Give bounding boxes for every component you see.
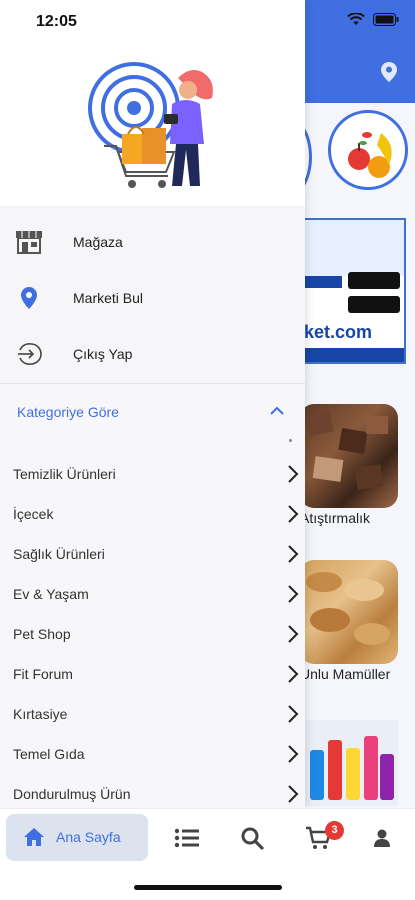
chevron-right-icon: [288, 625, 299, 643]
nav-categories-button[interactable]: [173, 825, 201, 851]
shopping-illustration: [88, 62, 213, 188]
drawer-header: 12:05: [0, 0, 305, 206]
category-item-label: Dondurulmuş Ürün: [13, 786, 131, 802]
category-item[interactable]: Pet Shop: [0, 614, 305, 654]
store-icon: [14, 227, 44, 257]
header-location-icon[interactable]: [381, 62, 397, 82]
chevron-right-icon: [288, 585, 299, 603]
nav-profile-button[interactable]: [368, 825, 396, 851]
location-pin-icon: [14, 283, 44, 313]
person-icon: [374, 829, 390, 847]
category-tile-cleaning[interactable]: [300, 720, 398, 806]
logout-icon: [14, 339, 44, 369]
category-header[interactable]: Kategoriye Göre: [0, 384, 305, 442]
list-icon: [174, 828, 199, 848]
battery-icon: [373, 13, 399, 26]
home-indicator: [134, 885, 282, 890]
chevron-up-icon[interactable]: [268, 404, 286, 418]
category-item-label: İçecek: [13, 506, 54, 522]
category-section: Kategoriye Göre Temizlik Ürünleri İçecek S…: [0, 384, 305, 808]
banner-url: ket.com: [304, 322, 373, 342]
nav-home-button[interactable]: Ana Sayfa: [6, 814, 148, 861]
chevron-right-icon: [288, 505, 299, 523]
wifi-icon: [347, 13, 365, 25]
chevron-right-icon: [288, 665, 299, 683]
category-item[interactable]: Dondurulmuş Ürün: [0, 774, 305, 808]
category-item[interactable]: Ev & Yaşam: [0, 574, 305, 614]
category-item-label: Temizlik Ürünleri: [13, 466, 116, 482]
category-item-label: Kırtasiye: [13, 706, 68, 722]
category-item-label: Sağlık Ürünleri: [13, 546, 105, 562]
chevron-right-icon: [288, 745, 299, 763]
chevron-right-icon: [288, 785, 299, 803]
home-icon: [24, 828, 44, 846]
menu-item-label: Mağaza: [73, 234, 123, 250]
category-tile-bakery[interactable]: [300, 560, 398, 664]
chevron-right-icon: [288, 705, 299, 723]
category-tile-snacks[interactable]: [300, 404, 398, 508]
menu-item-label: Çıkış Yap: [73, 346, 133, 362]
tile-caption: Atıştırmalık: [300, 510, 371, 526]
category-item[interactable]: Fit Forum: [0, 654, 305, 694]
chevron-right-icon: [288, 545, 299, 563]
nav-search-button[interactable]: [238, 825, 266, 851]
promo-banner[interactable]: ket.com: [300, 218, 406, 364]
category-title: Kategoriye Göre: [17, 404, 119, 420]
category-item[interactable]: Temel Gıda: [0, 734, 305, 774]
category-item-label: Ev & Yaşam: [13, 586, 89, 602]
menu-item-store[interactable]: Mağaza: [0, 214, 305, 270]
status-icons: [347, 13, 399, 26]
menu-item-logout[interactable]: Çıkış Yap: [0, 326, 305, 382]
scroll-dot: [289, 439, 292, 442]
chocolate-image: [306, 411, 388, 490]
search-icon: [241, 827, 264, 850]
google-play-badge[interactable]: [348, 272, 400, 289]
chevron-right-icon: [288, 465, 299, 483]
category-circle-fruits[interactable]: [328, 110, 408, 190]
category-item[interactable]: Sağlık Ürünleri: [0, 534, 305, 574]
category-item[interactable]: Kırtasiye: [0, 694, 305, 734]
category-item[interactable]: Temizlik Ürünleri: [0, 454, 305, 494]
category-item[interactable]: İçecek: [0, 494, 305, 534]
nav-home-label: Ana Sayfa: [56, 829, 121, 845]
menu-item-find-market[interactable]: Marketi Bul: [0, 270, 305, 326]
category-item-label: Pet Shop: [13, 626, 71, 642]
cleaning-products-image: [310, 736, 394, 800]
banner-address: [302, 348, 404, 362]
cart-count-badge: 3: [325, 821, 344, 840]
category-item-label: Temel Gıda: [13, 746, 85, 762]
navigation-drawer: 12:05 Mağaza Marketi Bul Çıkış Yap Kateg…: [0, 0, 305, 808]
app-store-badge[interactable]: [348, 296, 400, 313]
status-time: 12:05: [36, 13, 77, 30]
drawer-menu: Mağaza Marketi Bul Çıkış Yap: [0, 206, 305, 384]
menu-item-label: Marketi Bul: [73, 290, 144, 306]
fruits-icon: [348, 132, 392, 178]
tile-caption: Unlu Mamüller: [300, 666, 391, 682]
category-item-label: Fit Forum: [13, 666, 73, 682]
bread-image: [306, 572, 390, 645]
